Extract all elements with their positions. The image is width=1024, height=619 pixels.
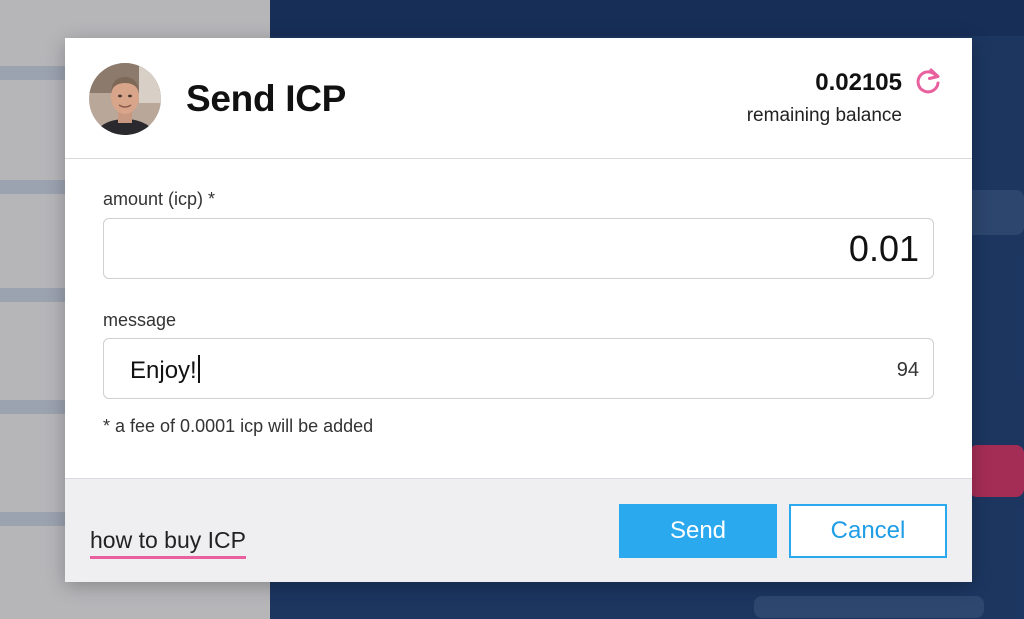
message-value: Enjoy!	[130, 355, 200, 385]
send-icp-dialog: Send ICP 0.02105 remaining balance amoun…	[65, 38, 972, 582]
send-button[interactable]: Send	[619, 504, 777, 558]
text-caret	[197, 355, 200, 383]
dialog-header: Send ICP 0.02105 remaining balance	[65, 38, 972, 159]
message-label: message	[103, 310, 177, 330]
dialog-title: Send ICP	[186, 78, 347, 119]
amount-label: amount (icp) *	[103, 189, 216, 209]
how-to-buy-link[interactable]: how to buy ICP	[90, 527, 246, 559]
message-text: Enjoy!	[130, 357, 197, 384]
message-input[interactable]: Enjoy! 94	[103, 338, 934, 399]
amount-value: 0.01	[848, 228, 919, 269]
fee-note: * a fee of 0.0001 icp will be added	[103, 416, 374, 436]
balance-value: 0.02105	[815, 69, 902, 96]
amount-input[interactable]: 0.01	[103, 218, 934, 279]
refresh-icon[interactable]	[914, 67, 942, 95]
dialog-footer: how to buy ICP Send Cancel	[65, 478, 972, 582]
user-avatar	[89, 63, 161, 135]
balance-label: remaining balance	[746, 105, 902, 126]
cancel-button[interactable]: Cancel	[789, 504, 947, 558]
character-counter: 94	[896, 359, 919, 381]
